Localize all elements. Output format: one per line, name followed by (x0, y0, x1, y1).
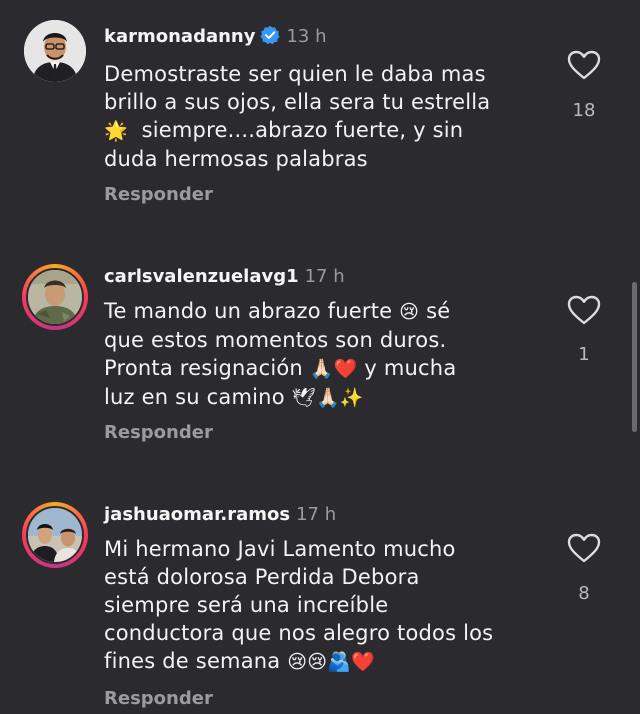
avatar[interactable] (22, 264, 88, 330)
comment-line: siempre será una increíble (104, 593, 389, 617)
comment-text: Demostraste ser quien le daba mas brillo… (104, 60, 544, 173)
comment-line: 🌟 siempre....abrazo fuerte, y sin (104, 116, 544, 145)
reply-button[interactable]: Responder (104, 688, 213, 709)
username[interactable]: jashuaomar.ramos (104, 504, 290, 525)
pray-heart-emoji: 🙏🏻❤️ (309, 358, 358, 380)
comment-line: Mi hermano Javi Lamento mucho (104, 537, 456, 561)
comment-header: karmonadanny 13 h (104, 25, 327, 52)
comment-line: está dolorosa Perdida Debora (104, 565, 420, 589)
heart-icon[interactable] (564, 295, 604, 329)
dove-pray-sparkles-emoji: 🕊🙏🏻✨ (291, 387, 364, 409)
like-count: 18 (572, 100, 596, 121)
comment-text: Te mando un abrazo fuerte 😢 sé que estos… (104, 297, 544, 412)
comment-line: conductora que nos alegro todos los (104, 621, 494, 645)
username[interactable]: carlsvalenzuelavg1 (104, 266, 299, 287)
comment-1: karmonadanny 13 h Demostraste ser quien l… (0, 0, 640, 230)
avatar[interactable] (24, 20, 86, 82)
like-count: 8 (578, 583, 590, 604)
comment-line: que estos momentos son duros. (104, 328, 447, 352)
reply-button[interactable]: Responder (104, 422, 213, 443)
comment-time: 13 h (286, 26, 327, 47)
crying-hug-heart-emoji: 😢😢🫂❤️ (287, 651, 375, 673)
comment-3: jashuaomar.ramos 17 h Mi hermano Javi Lam… (0, 480, 640, 714)
comment-line: Pronta resignación 🙏🏻❤️ y mucha (104, 354, 544, 383)
comment-text: Mi hermano Javi Lamento mucho está dolor… (104, 535, 544, 676)
comment-header: jashuaomar.ramos 17 h (104, 503, 336, 527)
comment-2: carlsvalenzuelavg1 17 h Te mando un abraz… (0, 240, 640, 470)
heart-icon[interactable] (564, 50, 604, 84)
username[interactable]: karmonadanny (104, 26, 255, 47)
avatar[interactable] (22, 502, 88, 568)
comment-line: fines de semana 😢😢🫂❤️ (104, 647, 544, 676)
comment-time: 17 h (304, 266, 345, 287)
crying-emoji: 😢 (399, 301, 420, 323)
comment-header: carlsvalenzuelavg1 17 h (104, 265, 345, 289)
comment-line: luz en su camino 🕊🙏🏻✨ (104, 383, 544, 412)
like-count: 1 (578, 344, 590, 365)
comment-line: duda hermosas palabras (104, 147, 368, 171)
scrollbar[interactable] (632, 282, 637, 432)
reply-button[interactable]: Responder (104, 184, 213, 205)
comment-line: Demostraste ser quien le daba mas (104, 62, 486, 86)
comment-line: brillo a sus ojos, ella sera tu estrella (104, 90, 491, 114)
star-emoji: 🌟 (104, 120, 128, 142)
comment-time: 17 h (296, 504, 337, 525)
heart-icon[interactable] (564, 533, 604, 567)
verified-badge-icon (260, 25, 281, 52)
comment-line: Te mando un abrazo fuerte 😢 sé (104, 297, 544, 326)
